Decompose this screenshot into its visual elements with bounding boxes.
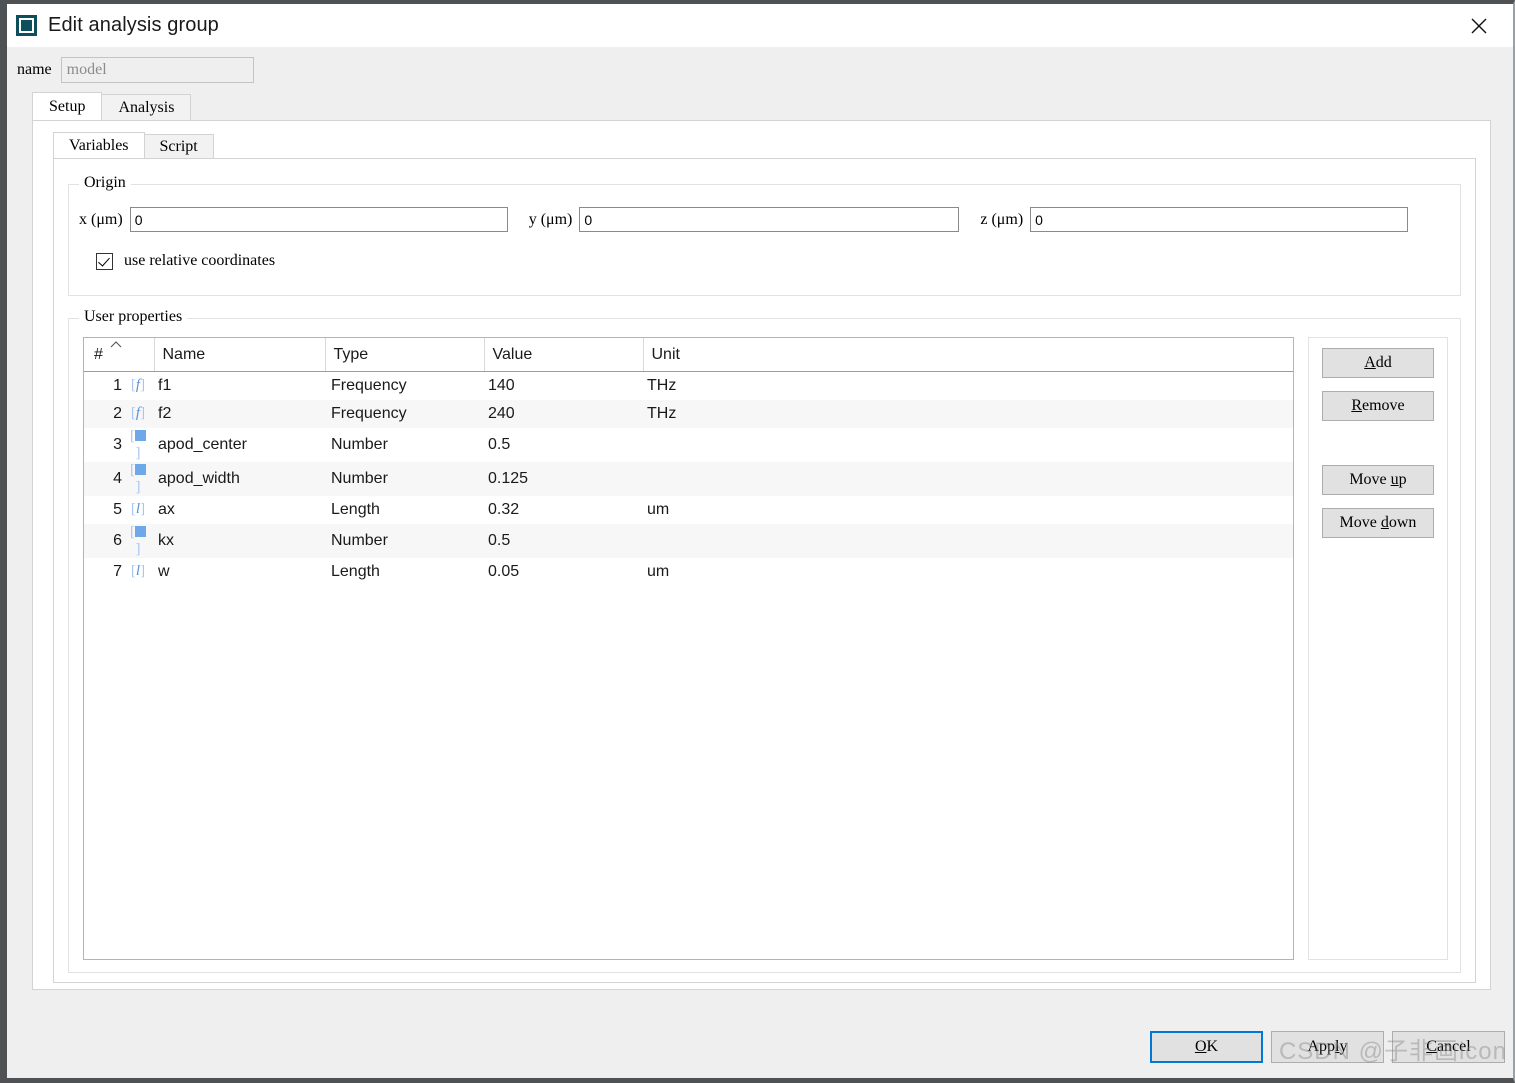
cell-number: 2 [113,405,122,422]
z-label: z (μm) [980,210,1024,228]
cell-unit: THz [647,377,677,394]
tab-variables[interactable]: Variables [53,132,145,158]
table-body: 1 [f] f1 Frequency 140 THz 2 [f] f2 Frequency 240 T… [84,372,1293,587]
cell-number: 1 [113,377,122,394]
cell-number: 6 [113,532,122,549]
cell-value: 0.5 [488,436,511,453]
dialog-button-bar: OK Apply Cancel [7,1027,1513,1067]
use-relative-coordinates-row[interactable]: use relative coordinates [96,252,1460,270]
y-input[interactable] [579,207,960,232]
cell-number: 3 [113,436,122,453]
column-header-unit[interactable]: Unit [643,338,1293,372]
column-header-name[interactable]: Name [154,338,326,372]
length-variable-icon: [l] [130,501,146,518]
name-input[interactable] [60,56,254,83]
ok-button[interactable]: OK [1150,1031,1263,1063]
cell-name: f2 [158,405,172,422]
title-bar: Edit analysis group [7,4,1513,47]
column-header-number-label: # [94,345,103,363]
dialog-window: Edit analysis group name Setup Analysis … [0,0,1515,1083]
cell-name: ax [158,501,175,518]
setup-panel: Variables Script Origin x (μm) y (μm) z … [32,120,1491,990]
user-properties-group: User properties # Name Type Value Unit 1… [68,308,1461,973]
cell-type: Number [331,532,388,549]
function-variable-icon: [f] [130,405,146,422]
table-row[interactable]: 1 [f] f1 Frequency 140 THz [84,372,1293,401]
function-variable-icon: [f] [130,377,146,394]
cell-type: Length [331,563,380,580]
cell-number: 5 [113,501,122,518]
move-down-button[interactable]: Move down [1322,508,1434,538]
cell-unit: um [647,501,670,518]
name-label: name [17,60,52,78]
y-label: y (μm) [528,210,573,228]
cell-unit [643,462,1293,496]
number-variable-icon: [] [128,462,148,496]
cell-name: apod_width [158,470,240,487]
use-relative-coordinates-checkbox[interactable] [96,252,113,270]
cell-value: 0.05 [488,563,520,580]
number-variable-icon: [] [128,428,148,462]
cell-value: 0.32 [488,501,520,518]
outer-tab-bar: Setup Analysis [32,92,1513,120]
cell-name: kx [158,532,174,549]
z-input[interactable] [1030,207,1409,232]
cell-value: 0.5 [488,532,511,549]
number-variable-icon: [] [128,524,148,558]
app-square-icon [16,15,37,36]
table-row[interactable]: 4 [] apod_width Number 0.125 [84,462,1293,496]
x-label: x (μm) [79,210,123,228]
cell-number: 7 [113,563,122,580]
tab-script[interactable]: Script [143,134,214,158]
cell-unit: THz [647,405,677,422]
length-variable-icon: [l] [130,563,146,580]
inner-tab-bar: Variables Script [53,132,1480,158]
move-up-button[interactable]: Move up [1322,465,1434,495]
table-header-row: # Name Type Value Unit [84,338,1293,372]
sort-ascending-icon [110,341,122,348]
use-relative-coordinates-label: use relative coordinates [124,252,276,269]
add-button[interactable]: Add [1322,348,1434,378]
apply-button[interactable]: Apply [1271,1031,1384,1063]
cell-unit: um [647,563,670,580]
cell-name: w [158,563,170,580]
user-properties-table-wrapper[interactable]: # Name Type Value Unit 1 [f] f1 Frequenc… [83,337,1294,960]
cell-type: Frequency [331,405,407,422]
tab-setup[interactable]: Setup [32,92,103,120]
origin-group: Origin x (μm) y (μm) z (μm) use relative… [68,174,1461,296]
cell-value: 0.125 [488,470,529,487]
x-input[interactable] [129,207,508,232]
cell-unit [643,428,1293,462]
cell-type: Frequency [331,377,407,394]
tab-analysis[interactable]: Analysis [101,94,192,120]
user-properties-table: # Name Type Value Unit 1 [f] f1 Frequenc… [84,338,1293,586]
cell-value: 140 [488,377,515,394]
cell-unit [643,524,1293,558]
user-properties-group-title: User properties [79,308,188,326]
cell-name: apod_center [158,436,247,453]
window-title: Edit analysis group [48,14,219,36]
column-header-type[interactable]: Type [325,338,485,372]
cell-type: Number [331,470,388,487]
table-row[interactable]: 5 [l] ax Length 0.32 um [84,496,1293,524]
origin-group-title: Origin [79,174,131,192]
name-row: name [7,47,1513,92]
table-row[interactable]: 3 [] apod_center Number 0.5 [84,428,1293,462]
cell-number: 4 [113,470,122,487]
column-header-number[interactable]: # [84,338,155,372]
cell-value: 240 [488,405,515,422]
remove-button[interactable]: Remove [1322,391,1434,421]
variables-panel: Origin x (μm) y (μm) z (μm) use relative… [53,158,1476,983]
close-icon[interactable] [1445,4,1513,47]
table-row[interactable]: 2 [f] f2 Frequency 240 THz [84,400,1293,428]
cell-type: Length [331,501,380,518]
cancel-button[interactable]: Cancel [1392,1031,1505,1063]
cell-name: f1 [158,377,172,394]
cell-type: Number [331,436,388,453]
table-row[interactable]: 6 [] kx Number 0.5 [84,524,1293,558]
table-action-buttons: Add Remove Move up Move down [1308,337,1448,960]
column-header-value[interactable]: Value [484,338,644,372]
table-row[interactable]: 7 [l] w Length 0.05 um [84,558,1293,586]
